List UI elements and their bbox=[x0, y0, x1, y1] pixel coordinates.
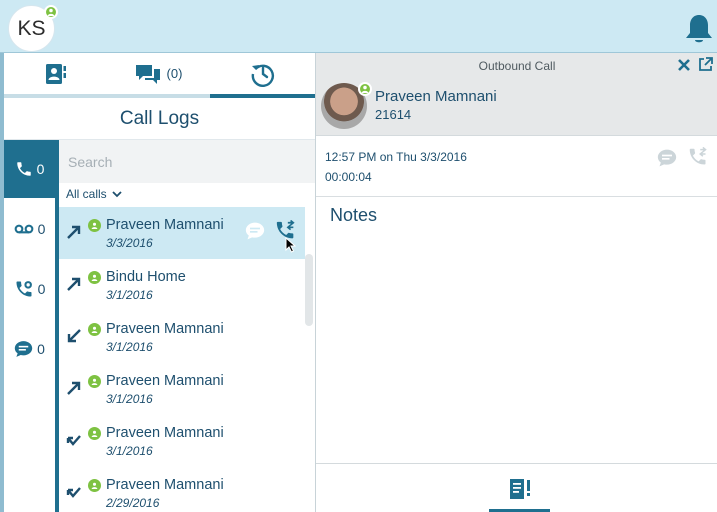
outgoing-call-icon bbox=[67, 277, 81, 291]
contact-card: Praveen Mamnani 21614 bbox=[316, 78, 717, 136]
call-contact-name: Praveen Mamnani bbox=[106, 321, 224, 337]
chat-bubbles-icon bbox=[135, 64, 160, 84]
call-type-label: Outbound Call bbox=[478, 58, 556, 73]
contact-presence-icon bbox=[358, 82, 372, 96]
user-presence-icon bbox=[44, 5, 58, 19]
call-row[interactable]: Praveen Mamnani 3/1/2016 bbox=[59, 311, 305, 363]
bell-icon[interactable] bbox=[684, 13, 714, 45]
filter-calls-count: 0 bbox=[36, 161, 45, 177]
chat-icon[interactable] bbox=[657, 148, 677, 168]
missed-call-arrow-icon bbox=[66, 487, 81, 498]
contact-presence-icon bbox=[88, 271, 101, 284]
missed-call-arrow-icon bbox=[66, 435, 81, 446]
call-date: 3/1/2016 bbox=[106, 340, 153, 354]
panel-title: Call Logs bbox=[4, 98, 315, 140]
filter-missed[interactable]: 0 bbox=[4, 260, 55, 318]
search-input[interactable] bbox=[68, 153, 298, 170]
call-contact-name: Praveen Mamnani bbox=[106, 373, 224, 389]
search-box bbox=[59, 140, 315, 183]
call-filter-dropdown[interactable]: All calls bbox=[66, 183, 122, 205]
call-contact-name: Bindu Home bbox=[106, 269, 186, 285]
phone-icon bbox=[16, 162, 31, 176]
tab-chats[interactable]: (0) bbox=[107, 53, 210, 94]
filter-missed-count: 0 bbox=[37, 281, 46, 297]
call-date: 3/1/2016 bbox=[106, 288, 153, 302]
call-duration: 00:00:04 bbox=[325, 170, 372, 184]
contact-presence-icon bbox=[88, 219, 101, 232]
user-initials: KS bbox=[17, 16, 46, 40]
call-row[interactable]: Praveen Mamnani 3/3/2016 bbox=[59, 207, 305, 259]
contact-presence-icon bbox=[88, 427, 101, 440]
callback-icon[interactable] bbox=[688, 147, 709, 168]
user-avatar[interactable]: KS bbox=[8, 5, 58, 52]
call-row[interactable]: Praveen Mamnani 3/1/2016 bbox=[59, 415, 305, 467]
chevron-down-icon bbox=[112, 190, 122, 197]
top-bar: KS bbox=[0, 0, 717, 53]
filter-messages[interactable]: 0 bbox=[4, 320, 55, 378]
filter-voicemail[interactable]: 0 bbox=[4, 200, 55, 258]
contact-name: Praveen Mamnani bbox=[375, 88, 497, 105]
detail-footer bbox=[316, 463, 717, 512]
call-date: 2/29/2016 bbox=[106, 496, 160, 510]
call-row[interactable]: Praveen Mamnani 2/29/2016 bbox=[59, 467, 305, 512]
call-info: 12:57 PM on Thu 3/3/2016 00:00:04 bbox=[316, 137, 717, 197]
outgoing-call-icon bbox=[67, 225, 81, 239]
call-row[interactable]: Bindu Home 3/1/2016 bbox=[59, 259, 305, 311]
contact-presence-icon bbox=[88, 479, 101, 492]
call-row[interactable]: Praveen Mamnani 3/1/2016 bbox=[59, 363, 305, 415]
call-detail-header: Outbound Call bbox=[316, 53, 717, 78]
call-date: 3/1/2016 bbox=[106, 444, 153, 458]
contact-presence-icon bbox=[88, 375, 101, 388]
message-icon bbox=[14, 341, 33, 357]
call-contact-name: Praveen Mamnani bbox=[106, 477, 224, 493]
call-detail-panel: Outbound Call Praveen Mamnani 21614 12:5… bbox=[315, 53, 717, 512]
missed-call-icon bbox=[16, 281, 32, 297]
filter-voicemail-count: 0 bbox=[37, 221, 46, 237]
call-filter-label: All calls bbox=[66, 187, 107, 201]
call-list-scrollbar[interactable] bbox=[305, 254, 313, 326]
outgoing-call-icon bbox=[67, 381, 81, 395]
call-list: Praveen Mamnani 3/3/2016 Bindu Home 3/1/… bbox=[59, 207, 305, 512]
filter-messages-count: 0 bbox=[37, 341, 45, 357]
history-clock-icon bbox=[251, 64, 274, 87]
notes-tab[interactable] bbox=[489, 464, 550, 512]
call-timestamp: 12:57 PM on Thu 3/3/2016 bbox=[325, 150, 467, 164]
tab-history[interactable] bbox=[210, 53, 315, 98]
close-icon[interactable] bbox=[677, 58, 691, 72]
filter-calls[interactable]: 0 bbox=[4, 140, 55, 198]
main-tabs: (0) bbox=[4, 53, 315, 98]
call-date: 3/3/2016 bbox=[106, 236, 153, 250]
notes-label: Notes bbox=[330, 205, 378, 225]
contact-card-icon bbox=[45, 63, 66, 84]
popout-icon[interactable] bbox=[698, 57, 713, 72]
chat-count: (0) bbox=[166, 66, 183, 81]
chat-icon[interactable] bbox=[245, 221, 265, 241]
call-contact-name: Praveen Mamnani bbox=[106, 425, 224, 441]
call-contact-name: Praveen Mamnani bbox=[106, 217, 224, 233]
notes-icon bbox=[509, 478, 530, 499]
tab-contacts[interactable] bbox=[4, 53, 107, 94]
filter-bar: 0 0 0 0 bbox=[4, 140, 59, 512]
voicemail-icon bbox=[14, 224, 33, 234]
contact-presence-icon bbox=[88, 323, 101, 336]
incoming-call-icon bbox=[67, 329, 81, 343]
mouse-cursor-icon bbox=[285, 237, 296, 253]
call-date: 3/1/2016 bbox=[106, 392, 153, 406]
contact-extension: 21614 bbox=[375, 107, 412, 122]
